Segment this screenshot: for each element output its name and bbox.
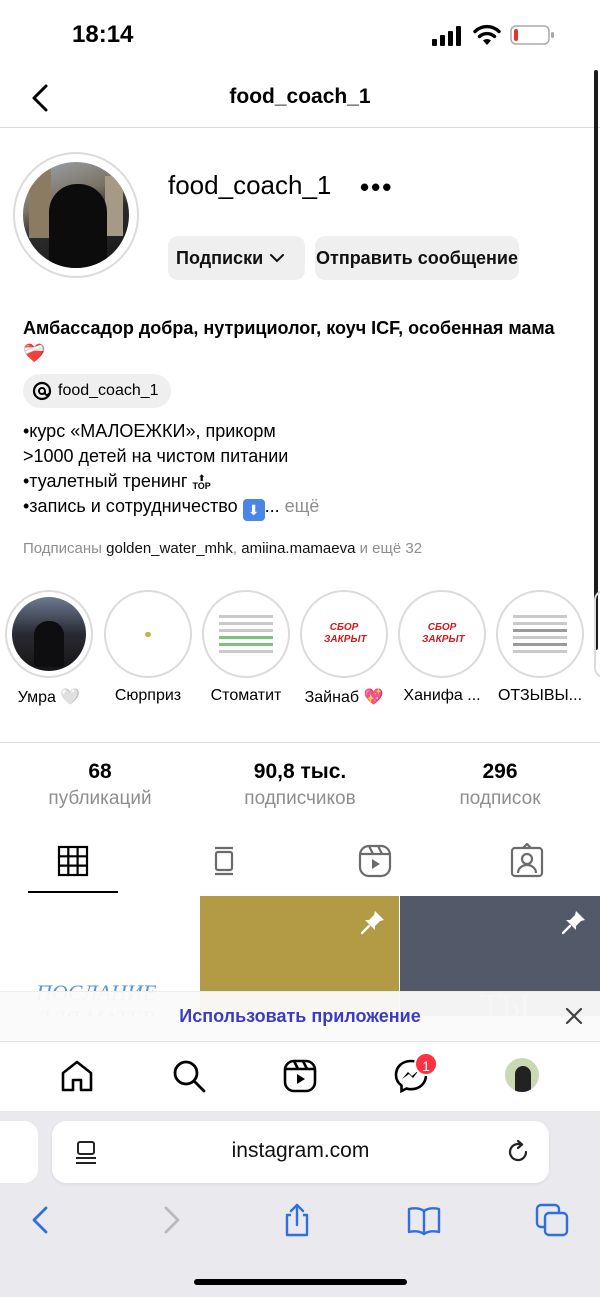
bio-line: •туалетный тренинг ⬆ TOP xyxy=(23,471,211,491)
divider xyxy=(0,742,600,743)
cellular-signal-icon xyxy=(432,26,461,46)
story-highlight[interactable]: СБОР ЗАКРЫТ Ханифа ... xyxy=(398,590,486,704)
pin-icon xyxy=(561,911,585,935)
grid-icon[interactable] xyxy=(55,843,91,879)
browser-back-icon[interactable] xyxy=(24,1203,58,1237)
threads-link[interactable]: food_coach_1 xyxy=(23,374,171,408)
tabs-icon[interactable] xyxy=(535,1203,569,1237)
tagged-icon[interactable] xyxy=(509,843,545,879)
wifi-icon xyxy=(473,24,501,45)
reels-icon[interactable] xyxy=(357,843,393,879)
scroll-indicator xyxy=(594,70,598,650)
highlight-label: ОТЗЫВЫ... xyxy=(497,687,583,704)
profile-username: food_coach_1 xyxy=(168,170,332,200)
profile-nav-avatar[interactable] xyxy=(505,1058,539,1092)
status-time: 18:14 xyxy=(72,21,134,48)
feed-icon[interactable] xyxy=(206,843,242,879)
pin-icon xyxy=(360,911,384,935)
highlight-label: Ханифа ... xyxy=(403,687,481,704)
chevron-down-icon xyxy=(270,254,285,263)
url-domain: instagram.com xyxy=(231,1139,370,1162)
stat-following[interactable]: 296 подписок xyxy=(400,760,600,810)
story-highlight[interactable]: Умра 🤍 xyxy=(5,590,93,706)
highlight-label: Сюрприз xyxy=(114,687,182,704)
highlight-label: Стоматит xyxy=(210,687,282,704)
stat-followers[interactable]: 90,8 тыс. подписчиков xyxy=(200,760,400,810)
address-bar[interactable]: instagram.com xyxy=(52,1121,549,1183)
highlight-cover-text: СБОР ЗАКРЫТ xyxy=(324,622,367,645)
story-highlight-partial[interactable] xyxy=(594,590,600,678)
bio-line: •курс «МАЛОЕЖКИ», прикорм xyxy=(23,421,276,441)
messages-badge: 1 xyxy=(414,1052,438,1076)
bio-more-link[interactable]: ещё xyxy=(285,496,320,516)
status-bar: 18:14 xyxy=(0,0,600,70)
use-app-link[interactable]: Использовать приложение xyxy=(0,1006,600,1027)
share-icon[interactable] xyxy=(280,1203,314,1237)
followed-user: golden_water_mhk xyxy=(106,540,233,557)
highlight-label: Зайнаб 💖 xyxy=(304,689,384,706)
header-title: food_coach_1 xyxy=(229,85,371,108)
search-icon[interactable] xyxy=(171,1058,207,1094)
more-options-button[interactable]: ••• xyxy=(360,172,393,203)
previous-tab-preview[interactable] xyxy=(0,1121,38,1183)
threads-handle: food_coach_1 xyxy=(58,382,159,399)
close-icon[interactable] xyxy=(562,1004,586,1028)
story-highlight[interactable]: ОТЗЫВЫ... xyxy=(496,590,584,704)
profile-avatar[interactable] xyxy=(23,162,129,268)
battery-icon xyxy=(510,25,554,45)
browser-forward-icon[interactable] xyxy=(154,1203,188,1237)
reels-nav-icon[interactable] xyxy=(282,1058,318,1094)
use-app-banner: Использовать приложение xyxy=(0,991,600,1041)
reload-icon[interactable] xyxy=(505,1139,531,1165)
bio-title: Амбассадор добра, нутрициолог, коуч ICF,… xyxy=(23,318,555,363)
highlight-cover-text: СБОР ЗАКРЫТ xyxy=(422,622,465,645)
top-arrow-icon: ⬆ TOP xyxy=(192,473,211,491)
bio-text: •курс «МАЛОЕЖКИ», прикорм >1000 детей на… xyxy=(23,419,319,521)
story-highlight[interactable]: Стоматит xyxy=(202,590,290,704)
highlight-label: Умра 🤍 xyxy=(17,689,81,706)
send-message-button[interactable]: Отправить сообщение xyxy=(315,236,519,280)
home-indicator xyxy=(194,1279,407,1285)
bio-line: >1000 детей на чистом питании xyxy=(23,446,289,466)
story-highlight[interactable]: СБОР ЗАКРЫТ Зайнаб 💖 xyxy=(300,590,388,706)
story-highlight[interactable]: Сюрприз xyxy=(104,590,192,704)
followed-user: amiina.mamaeva xyxy=(241,540,356,557)
active-tab-indicator xyxy=(28,891,118,893)
home-icon[interactable] xyxy=(59,1058,95,1094)
followed-by[interactable]: Подписаны golden_water_mhk, amiina.mamae… xyxy=(23,540,422,557)
following-button[interactable]: Подписки xyxy=(168,236,305,280)
threads-icon xyxy=(32,381,52,401)
stat-posts[interactable]: 68 публикаций xyxy=(0,760,200,810)
profile-header: food_coach_1 xyxy=(0,70,600,128)
down-arrow-icon: ⬇ xyxy=(242,499,265,521)
bio-line: •запись и сотрудничество ⬇... ещё xyxy=(23,494,319,521)
bookmarks-icon[interactable] xyxy=(407,1203,441,1237)
following-button-label: Подписки xyxy=(176,247,264,268)
